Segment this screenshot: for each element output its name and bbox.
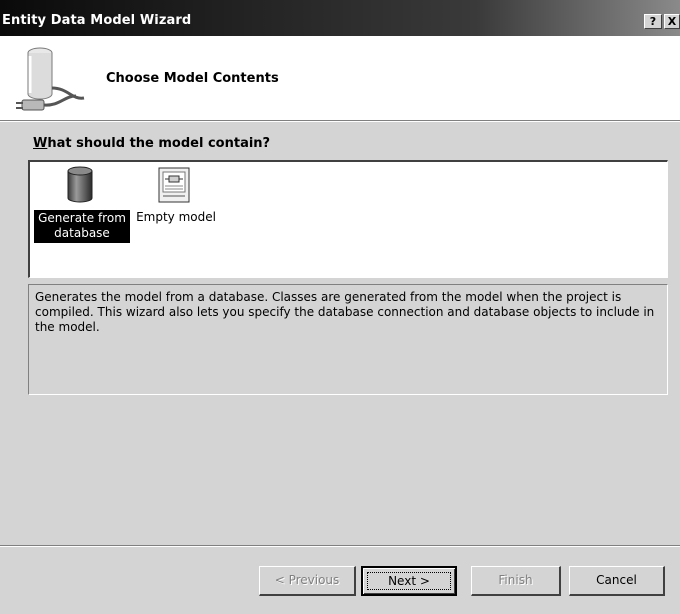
model-contents-listview[interactable]: Generate from database Empty model <box>28 160 668 278</box>
question-text: hat should the model contain? <box>47 136 271 151</box>
option-generate-from-database[interactable]: Generate from database <box>32 162 132 252</box>
focus-rect <box>367 572 451 590</box>
title-bar: Entity Data Model Wizard ? X <box>0 0 680 36</box>
cancel-label: Cancel <box>596 573 637 587</box>
close-button[interactable]: X <box>664 14 680 29</box>
help-button[interactable]: ? <box>644 14 662 29</box>
wizard-header: Choose Model Contents <box>0 36 680 121</box>
finish-label: Finish <box>498 573 533 587</box>
previous-button[interactable]: < Previous <box>259 566 356 596</box>
database-cylinder-icon <box>67 166 93 203</box>
previous-label: < Previous <box>274 573 340 587</box>
model-contents-label: What should the model contain? <box>33 136 270 151</box>
window-title: Entity Data Model Wizard <box>2 13 192 28</box>
option-description: Generates the model from a database. Cla… <box>28 284 668 395</box>
accesskey-letter: W <box>33 136 48 151</box>
divider <box>0 546 680 547</box>
database-plug-icon <box>16 47 85 111</box>
option-empty-model[interactable]: Empty model <box>134 162 234 252</box>
finish-button[interactable]: Finish <box>471 566 561 596</box>
option-label: Empty model <box>136 210 216 224</box>
next-button[interactable]: Next > <box>361 566 457 596</box>
page-title: Choose Model Contents <box>106 71 279 86</box>
option-label: Generate from database <box>34 210 130 243</box>
empty-model-document-icon <box>158 167 190 203</box>
cancel-button[interactable]: Cancel <box>569 566 665 596</box>
divider <box>0 121 680 122</box>
